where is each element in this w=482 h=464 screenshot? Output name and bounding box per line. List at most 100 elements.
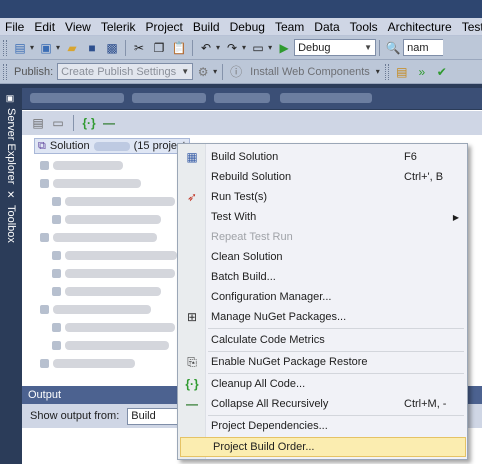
show-all-files-icon[interactable]: ▭ bbox=[50, 115, 66, 131]
menu-item-repeat-test-run[interactable]: Repeat Test Run bbox=[179, 227, 467, 247]
menu-build[interactable]: Build bbox=[188, 20, 225, 34]
toolbar-grip[interactable] bbox=[384, 63, 389, 80]
publish-web-icon[interactable]: ⚙ bbox=[195, 64, 211, 80]
cleanup-code-icon[interactable]: {·} bbox=[81, 115, 97, 131]
menu-item-project-build-order[interactable]: Project Build Order... bbox=[180, 437, 466, 457]
start-debug-icon[interactable]: ▶ bbox=[276, 40, 292, 56]
build-icon: ▦ bbox=[186, 150, 198, 164]
document-tab[interactable] bbox=[30, 93, 124, 103]
save-icon[interactable]: ■ bbox=[84, 40, 100, 56]
undo-icon[interactable]: ↶ bbox=[198, 40, 214, 56]
menu-item-collapse-all[interactable]: — Collapse All Recursively Ctrl+M, - bbox=[179, 394, 467, 414]
publish-label: Publish: bbox=[14, 65, 54, 78]
tree-item[interactable] bbox=[40, 230, 157, 244]
menu-item-code-metrics[interactable]: Calculate Code Metrics bbox=[179, 330, 467, 350]
script-icon[interactable]: ▤ bbox=[394, 64, 410, 80]
menu-edit[interactable]: Edit bbox=[29, 20, 60, 34]
chevron-down-icon[interactable]: ▾ bbox=[56, 43, 60, 52]
output-source-select[interactable]: Build bbox=[127, 407, 182, 425]
menu-test[interactable]: Test bbox=[457, 20, 482, 34]
tree-item[interactable] bbox=[52, 320, 175, 334]
menu-item-nuget-restore[interactable]: ⎘ Enable NuGet Package Restore bbox=[179, 352, 467, 372]
tree-item[interactable] bbox=[52, 212, 161, 226]
menu-architecture[interactable]: Architecture bbox=[383, 20, 457, 34]
tree-item[interactable] bbox=[40, 176, 141, 190]
menu-team[interactable]: Team bbox=[270, 20, 309, 34]
check-icon[interactable]: ✔ bbox=[434, 64, 450, 80]
menu-item-label: Calculate Code Metrics bbox=[211, 334, 325, 346]
chevron-down-icon[interactable]: ▾ bbox=[242, 43, 246, 52]
menu-item-label: Project Build Order... bbox=[213, 441, 315, 453]
find-combo[interactable]: nam bbox=[403, 39, 444, 56]
chevron-down-icon[interactable]: ▾ bbox=[213, 67, 217, 76]
menu-item-manage-nuget[interactable]: ⊞ Manage NuGet Packages... bbox=[179, 307, 467, 327]
collapse-all-icon[interactable]: — bbox=[101, 115, 117, 131]
menu-view[interactable]: View bbox=[60, 20, 96, 34]
tree-item[interactable] bbox=[52, 266, 175, 280]
copy-icon[interactable]: ❐ bbox=[151, 40, 167, 56]
menu-item-label: Cleanup All Code... bbox=[211, 378, 306, 390]
tree-item[interactable] bbox=[40, 356, 135, 370]
paste-icon[interactable]: 📋 bbox=[171, 40, 187, 56]
find-in-files-icon[interactable]: 🔍 bbox=[385, 40, 401, 56]
tree-item[interactable] bbox=[52, 338, 169, 352]
add-item-icon[interactable]: ▣ bbox=[38, 40, 54, 56]
document-tab-bar bbox=[22, 88, 482, 110]
menu-project[interactable]: Project bbox=[141, 20, 188, 34]
chevron-down-icon[interactable]: ▾ bbox=[30, 43, 34, 52]
toolbar-separator bbox=[222, 63, 224, 80]
menu-item-build-solution[interactable]: ▦ Build Solution F6 bbox=[179, 147, 467, 167]
tree-item[interactable] bbox=[40, 302, 151, 316]
tree-item[interactable] bbox=[40, 158, 123, 172]
tab-toolbox[interactable]: ✕ Toolbox bbox=[2, 190, 20, 243]
menu-item-cleanup-code[interactable]: {·} Cleanup All Code... bbox=[179, 374, 467, 394]
menu-item-project-dependencies[interactable]: Project Dependencies... bbox=[179, 416, 467, 436]
tree-item[interactable] bbox=[52, 248, 177, 262]
menu-tools[interactable]: Tools bbox=[345, 20, 383, 34]
menu-telerik[interactable]: Telerik bbox=[96, 20, 141, 34]
tab-server-explorer[interactable]: ▣ Server Explorer bbox=[2, 94, 20, 184]
publish-settings-select[interactable]: Create Publish Settings ▼ bbox=[57, 63, 194, 80]
menu-bar: File Edit View Telerik Project Build Deb… bbox=[0, 18, 482, 36]
menu-item-label: Collapse All Recursively bbox=[211, 398, 329, 410]
toolbar-grip[interactable] bbox=[3, 39, 7, 56]
install-web-components-icon[interactable]: ⓘ bbox=[228, 64, 244, 80]
menu-data[interactable]: Data bbox=[309, 20, 344, 34]
tree-item[interactable] bbox=[52, 194, 175, 208]
properties-icon[interactable]: ▤ bbox=[30, 115, 46, 131]
menu-item-batch-build[interactable]: Batch Build... bbox=[179, 267, 467, 287]
menu-file[interactable]: File bbox=[0, 20, 29, 34]
go-icon[interactable]: » bbox=[414, 64, 430, 80]
solution-root-node[interactable]: ⧉ Solution (15 project bbox=[34, 138, 190, 154]
new-project-icon[interactable]: ▤ bbox=[12, 40, 28, 56]
menu-item-label: Clean Solution bbox=[211, 251, 283, 263]
find-combo-value: nam bbox=[407, 41, 429, 54]
tree-item[interactable] bbox=[52, 284, 161, 298]
document-tab[interactable] bbox=[214, 93, 270, 103]
redo-icon[interactable]: ↷ bbox=[224, 40, 240, 56]
menu-item-label: Enable NuGet Package Restore bbox=[211, 356, 368, 368]
install-web-components-button[interactable]: Install Web Components bbox=[250, 66, 370, 78]
menu-item-test-with[interactable]: Test With ▶ bbox=[179, 207, 467, 227]
open-folder-icon[interactable]: ▰ bbox=[64, 40, 80, 56]
toolbar-separator bbox=[125, 39, 127, 56]
menu-item-rebuild-solution[interactable]: Rebuild Solution Ctrl+', B bbox=[179, 167, 467, 187]
toolbar-grip[interactable] bbox=[3, 63, 7, 80]
document-tab[interactable] bbox=[132, 93, 206, 103]
publish-settings-value: Create Publish Settings bbox=[61, 65, 177, 78]
solution-config-select[interactable]: Debug ▼ bbox=[294, 39, 377, 56]
navigate-icon[interactable]: ▭ bbox=[250, 40, 266, 56]
document-tab[interactable] bbox=[280, 93, 372, 103]
menu-item-configuration-manager[interactable]: Configuration Manager... bbox=[179, 287, 467, 307]
tab-toolbox-label: Toolbox bbox=[5, 205, 17, 243]
chevron-down-icon[interactable]: ▾ bbox=[216, 43, 220, 52]
cut-icon[interactable]: ✂ bbox=[131, 40, 147, 56]
menu-debug[interactable]: Debug bbox=[225, 20, 270, 34]
menu-item-label: Rebuild Solution bbox=[211, 171, 292, 183]
chevron-down-icon[interactable]: ▾ bbox=[376, 67, 380, 76]
chevron-down-icon[interactable]: ▾ bbox=[268, 43, 272, 52]
menu-item-clean-solution[interactable]: Clean Solution bbox=[179, 247, 467, 267]
menu-item-label: Build Solution bbox=[211, 151, 279, 163]
save-all-icon[interactable]: ▩ bbox=[104, 40, 120, 56]
menu-item-run-tests[interactable]: ➶ Run Test(s) bbox=[179, 187, 467, 207]
